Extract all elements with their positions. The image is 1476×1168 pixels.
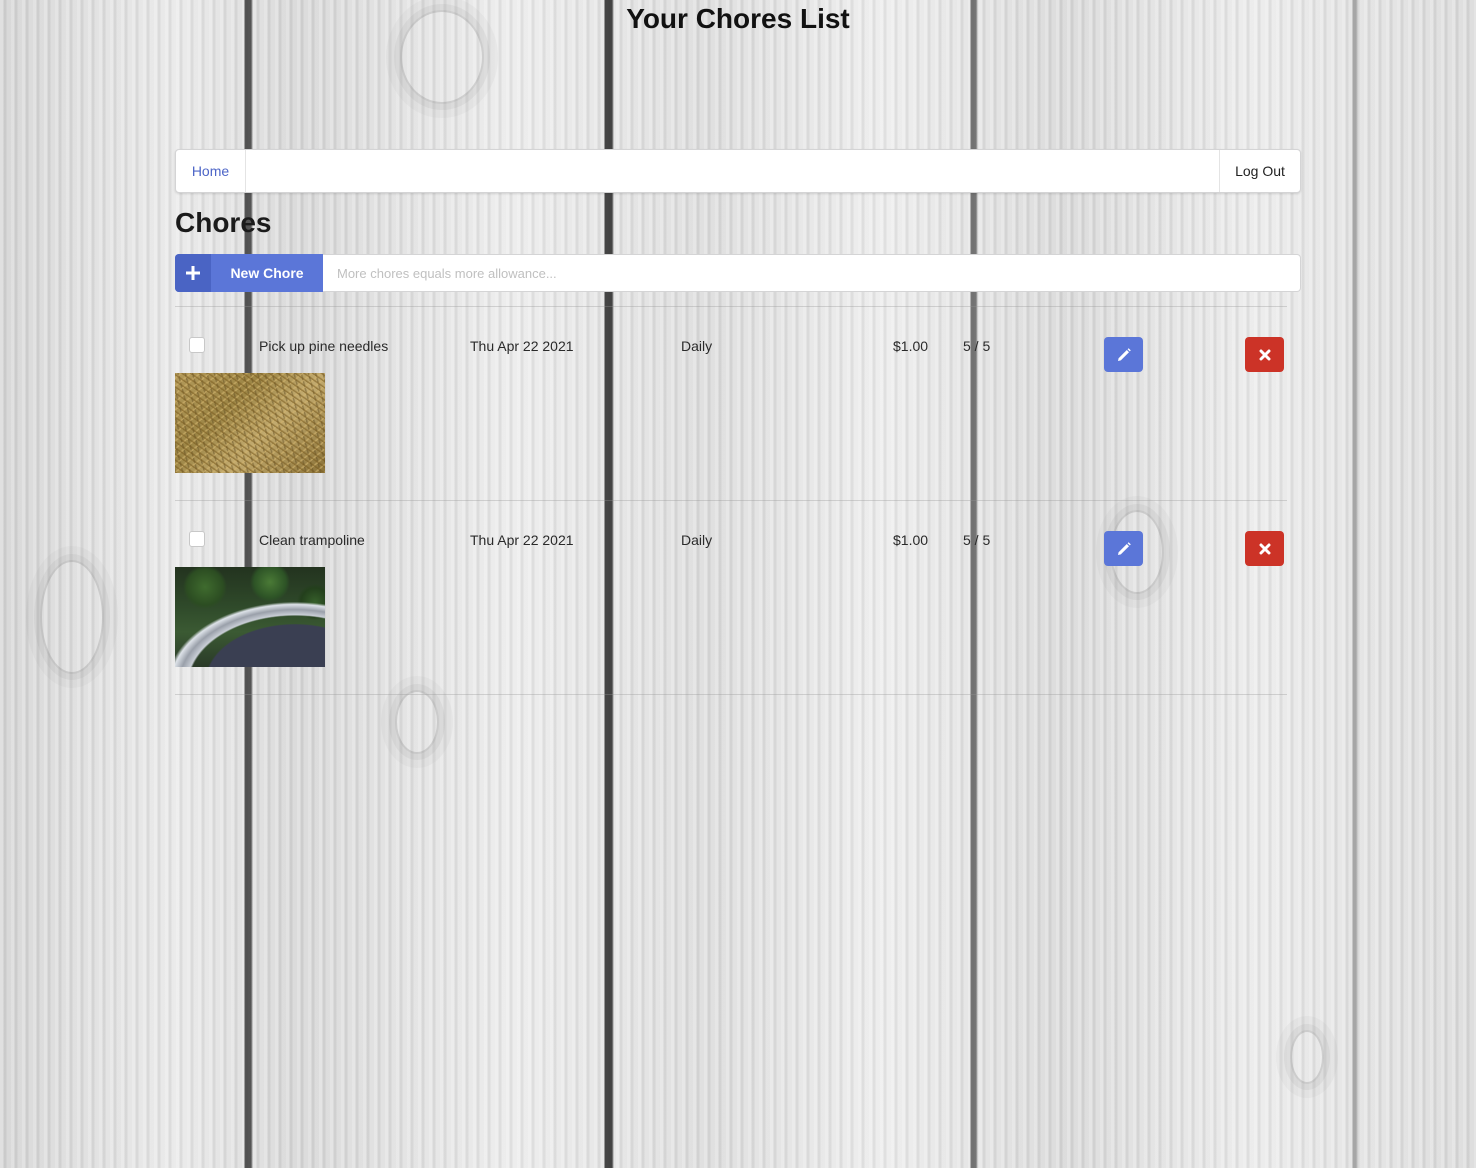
chore-list: Pick up pine needles Thu Apr 22 2021 Dai… [175, 306, 1287, 695]
delete-chore-button[interactable] [1245, 531, 1284, 566]
new-chore-form: New Chore [175, 254, 1301, 292]
edit-chore-button[interactable] [1104, 531, 1143, 566]
pencil-icon [1117, 347, 1131, 361]
chore-date: Thu Apr 22 2021 [470, 338, 574, 354]
chore-name: Clean trampoline [259, 532, 365, 548]
new-chore-button[interactable]: New Chore [175, 254, 323, 292]
chore-date: Thu Apr 22 2021 [470, 532, 574, 548]
chore-complete-checkbox[interactable] [189, 337, 205, 353]
section-title: Chores [175, 207, 272, 238]
chore-name: Pick up pine needles [259, 338, 389, 354]
new-chore-button-label: New Chore [230, 265, 304, 281]
wood-knot-decoration [1290, 1030, 1324, 1084]
chore-count: 5 / 5 [963, 338, 991, 354]
close-icon [1259, 543, 1270, 554]
delete-chore-button[interactable] [1245, 337, 1284, 372]
nav-logout-link[interactable]: Log Out [1219, 150, 1300, 192]
page-title: Your Chores List [626, 3, 850, 34]
nav-home-link[interactable]: Home [176, 150, 246, 192]
plus-icon [175, 254, 211, 292]
chore-frequency: Daily [681, 338, 713, 354]
close-icon [1259, 349, 1270, 360]
chore-reward: $1.00 [893, 338, 929, 354]
chore-image [175, 373, 325, 473]
chore-image [175, 567, 325, 667]
wood-knot-decoration [40, 560, 104, 674]
top-menu: Home Log Out [175, 149, 1301, 193]
new-chore-input[interactable] [323, 254, 1301, 292]
chore-complete-checkbox[interactable] [189, 531, 205, 547]
chore-row: Clean trampoline Thu Apr 22 2021 Daily $… [175, 501, 1287, 695]
chore-row: Pick up pine needles Thu Apr 22 2021 Dai… [175, 307, 1287, 501]
chore-frequency: Daily [681, 532, 713, 548]
chore-reward: $1.00 [893, 532, 929, 548]
pencil-icon [1117, 541, 1131, 555]
wood-knot-decoration [395, 690, 439, 754]
chore-count: 5 / 5 [963, 532, 991, 548]
edit-chore-button[interactable] [1104, 337, 1143, 372]
